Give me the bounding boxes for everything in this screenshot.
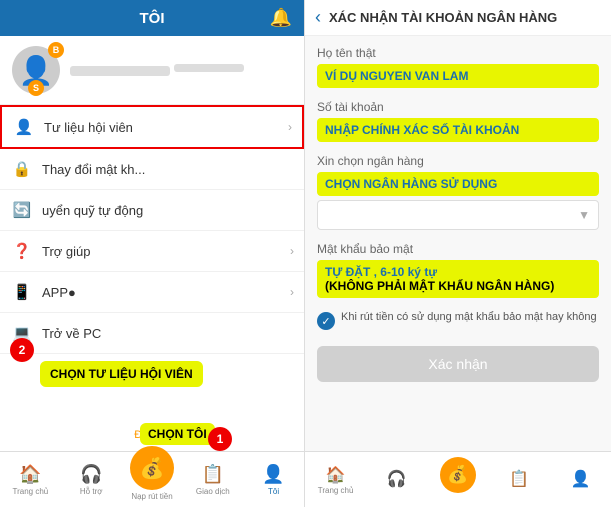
nav-label-giao-dich: Giao dịch <box>196 487 230 496</box>
right-panel: ‹ XÁC NHẬN TÀI KHOẢN NGÂN HÀNG Họ tên th… <box>305 0 611 507</box>
callout-toi: CHỌN TÔI <box>140 423 215 445</box>
menu-label-tro-giup: Trợ giúp <box>42 244 91 259</box>
callout-ho-ten: VÍ DỤ NGUYEN VAN LAM <box>317 64 599 88</box>
menu-label-app: APP● <box>42 285 76 300</box>
callout-mat-khau-line1: TỰ ĐẶT , 6-10 ký tự <box>325 265 437 279</box>
checkbox-row: ✓ Khi rút tiền có sử dụng mật khẩu bảo m… <box>317 310 599 330</box>
left-panel: TÔI 🔔 👤 B S 👤 Tư liệu hội viên › 🔒 Thay … <box>0 0 305 507</box>
bell-icon[interactable]: 🔔 <box>270 8 292 29</box>
callout-mat-khau: TỰ ĐẶT , 6-10 ký tự (KHÔNG PHẢI MẬT KHẨU… <box>317 260 599 298</box>
giao-dich-icon: 📋 <box>202 464 224 485</box>
support-icon: 🎧 <box>80 464 102 485</box>
checkbox-text: Khi rút tiền có sử dụng mật khẩu bảo mật… <box>341 310 597 325</box>
r-nap-rut-circle: 💰 <box>440 457 476 493</box>
r-nav-toi[interactable]: 👤 <box>550 452 611 507</box>
menu-label-chuyen-quy: uyển quỹ tự động <box>42 203 143 218</box>
r-nap-rut-icon: 💰 <box>447 465 468 485</box>
callout-ngan-hang-value: NGÂN HÀNG SỬ DỤNG <box>363 177 497 191</box>
r-giao-dich-icon: 📋 <box>509 469 529 489</box>
callout-ho-ten-prefix: VÍ DỤ <box>325 69 357 83</box>
select-arrow-icon: ▼ <box>578 208 590 222</box>
callout-ngan-hang-prefix: CHỌN <box>325 177 360 191</box>
nav-toi[interactable]: 👤 Tôi <box>243 452 304 507</box>
badge-b: B <box>48 42 64 58</box>
form-group-mat-khau: Mật khẩu bảo mật TỰ ĐẶT , 6-10 ký tự (KH… <box>317 242 599 298</box>
callout-mat-khau-line2: (KHÔNG PHẢI MẬT KHẨU NGÂN HÀNG) <box>325 279 554 293</box>
callout-so-tk: NHẬP CHÍNH XÁC SỐ TÀI KHOẢN <box>317 118 599 142</box>
nav-label-nap-rut: Nạp rút tiền <box>131 492 172 501</box>
form-group-so-tk: Số tài khoản NHẬP CHÍNH XÁC SỐ TÀI KHOẢN <box>317 100 599 142</box>
label-ho-ten: Họ tên thật <box>317 46 599 60</box>
left-header: TÔI 🔔 <box>0 0 304 36</box>
arrow-icon-2: › <box>290 244 294 258</box>
step-1-circle: 1 <box>208 427 232 451</box>
menu-item-chuyen-quy[interactable]: 🔄 uyển quỹ tự động <box>0 190 304 231</box>
nap-rut-circle: 💰 <box>130 446 174 490</box>
r-nav-trang-chu[interactable]: 🏠 Trang chủ <box>305 452 366 507</box>
menu-item-tu-lieu[interactable]: 👤 Tư liệu hội viên › <box>0 105 304 149</box>
callout-tu-lieu: CHỌN TƯ LIỆU HỘI VIÊN <box>40 361 203 387</box>
profile-sub <box>174 64 244 72</box>
checkbox-icon[interactable]: ✓ <box>317 312 335 330</box>
label-mat-khau: Mật khẩu bảo mật <box>317 242 599 256</box>
form-group-ngan-hang: Xin chọn ngân hàng CHỌN NGÂN HÀNG SỬ DỤN… <box>317 154 599 230</box>
callout-so-tk-value: CHÍNH XÁC SỐ TÀI KHOẢN <box>362 123 519 137</box>
back-button[interactable]: ‹ <box>315 7 321 28</box>
nap-rut-icon: 💰 <box>140 456 165 481</box>
right-header: ‹ XÁC NHẬN TÀI KHOẢN NGÂN HÀNG <box>305 0 611 36</box>
nav-label-ho-tro: Hỗ trợ <box>80 487 103 496</box>
nav-nap-rut[interactable]: 💰 Nạp rút tiền <box>122 452 183 507</box>
menu-item-doi-mat-khau[interactable]: 🔒 Thay đổi mật kh... <box>0 149 304 190</box>
r-nav-ho-tro[interactable]: 🎧 <box>366 452 427 507</box>
form-group-ho-ten: Họ tên thật VÍ DỤ NGUYEN VAN LAM <box>317 46 599 88</box>
callout-so-tk-prefix: NHẬP <box>325 123 359 137</box>
left-title: TÔI <box>140 10 165 27</box>
callout-ho-ten-value: NGUYEN VAN LAM <box>360 69 468 83</box>
confirm-button[interactable]: Xác nhận <box>317 346 599 382</box>
right-content: Họ tên thật VÍ DỤ NGUYEN VAN LAM Số tài … <box>305 36 611 451</box>
left-bottom-nav: 🏠 Trang chủ 🎧 Hỗ trợ 💰 Nạp rút tiền 📋 Gi… <box>0 451 304 507</box>
menu-item-app[interactable]: 📱 APP● › <box>0 272 304 313</box>
label-so-tk: Số tài khoản <box>317 100 599 114</box>
user-icon: 👤 <box>14 118 34 136</box>
right-header-title: XÁC NHẬN TÀI KHOẢN NGÂN HÀNG <box>329 10 557 25</box>
profile-section: 👤 B S <box>0 36 304 105</box>
menu-item-tro-ve-pc[interactable]: 💻 Trở về PC <box>0 313 304 354</box>
r-home-icon: 🏠 <box>326 465 346 485</box>
step-2-circle: 2 <box>10 338 34 362</box>
transfer-icon: 🔄 <box>12 201 32 219</box>
help-icon: ❓ <box>12 242 32 260</box>
avatar: 👤 B S <box>12 46 60 94</box>
nav-trang-chu[interactable]: 🏠 Trang chủ <box>0 452 61 507</box>
nav-ho-tro[interactable]: 🎧 Hỗ trợ <box>61 452 122 507</box>
badge-s: S <box>28 80 44 96</box>
profile-info <box>70 59 244 82</box>
menu-item-tro-giup[interactable]: ❓ Trợ giúp › <box>0 231 304 272</box>
r-toi-icon: 👤 <box>570 469 590 489</box>
callout-ngan-hang: CHỌN NGÂN HÀNG SỬ DỤNG <box>317 172 599 196</box>
menu-label-doi-mat-khau: Thay đổi mật kh... <box>42 162 145 177</box>
arrow-icon: › <box>288 120 292 134</box>
nav-giao-dich[interactable]: 📋 Giao dịch <box>182 452 243 507</box>
r-nav-nap-rut[interactable]: 💰 <box>427 452 488 507</box>
ngan-hang-select[interactable]: ▼ <box>317 200 599 230</box>
arrow-icon-3: › <box>290 285 294 299</box>
lock-icon: 🔒 <box>12 160 32 178</box>
nav-label-toi: Tôi <box>268 487 279 496</box>
label-ngan-hang: Xin chọn ngân hàng <box>317 154 599 168</box>
app-icon: 📱 <box>12 283 32 301</box>
home-icon: 🏠 <box>19 464 41 485</box>
r-support-icon: 🎧 <box>387 469 407 489</box>
nav-label-trang-chu: Trang chủ <box>13 487 49 496</box>
r-nav-label-1: Trang chủ <box>318 486 354 495</box>
menu-label-tu-lieu: Tư liệu hội viên <box>44 120 133 135</box>
right-bottom-nav: 🏠 Trang chủ 🎧 💰 📋 👤 <box>305 451 611 507</box>
profile-name <box>70 66 170 76</box>
menu-label-tro-ve-pc: Trở về PC <box>42 326 101 341</box>
r-nav-giao-dich[interactable]: 📋 <box>489 452 550 507</box>
toi-icon: 👤 <box>262 464 284 485</box>
